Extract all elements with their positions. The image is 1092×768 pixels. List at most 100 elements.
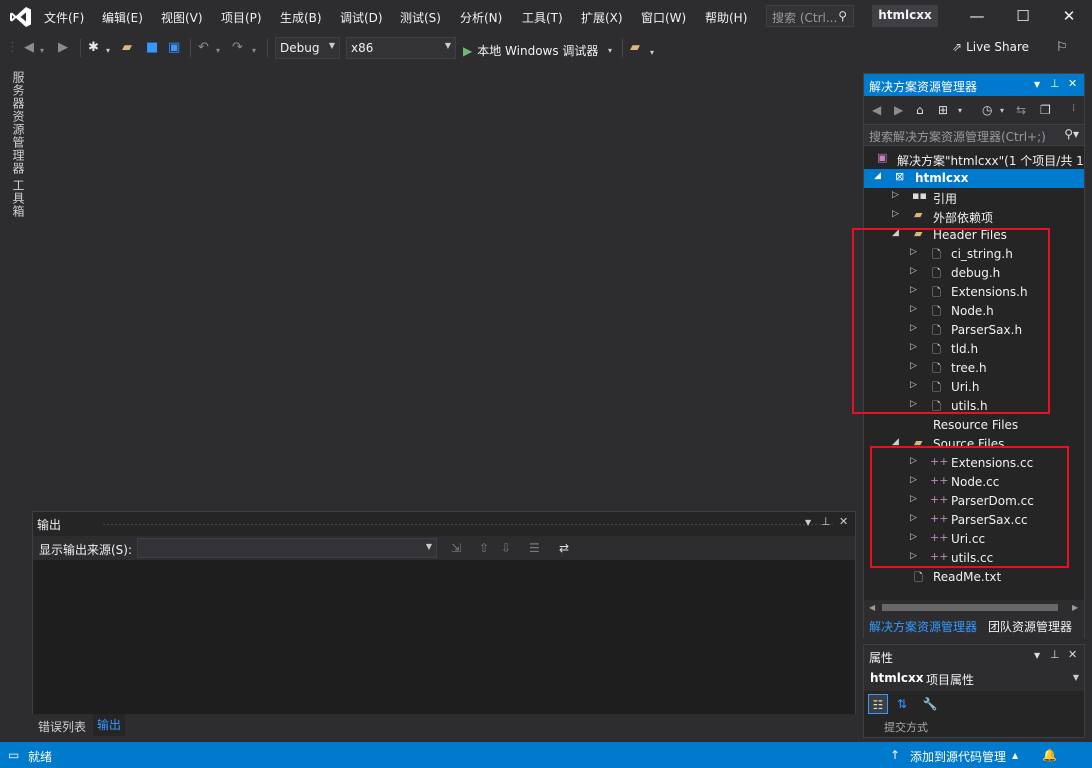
share-icon: ⇗ (952, 40, 963, 54)
collapsed-arrow-icon[interactable]: ▷ (892, 209, 899, 219)
window-position-dropdown-icon[interactable]: ▼ (1034, 651, 1040, 660)
new-dropdown-icon[interactable]: ▾ (106, 43, 110, 59)
menu-test[interactable]: 测试(S) (400, 9, 441, 26)
pending-changes-filter-icon[interactable]: ◷ (982, 103, 992, 117)
undo-icon[interactable]: ↶ (198, 40, 209, 56)
minimize-button[interactable]: — (954, 4, 1000, 28)
menu-extensions[interactable]: 扩展(X) (581, 9, 623, 26)
switch-views-icon[interactable]: ⊞ (938, 103, 948, 117)
feedback-icon[interactable]: ⚐ (1056, 40, 1068, 56)
notification-bell-icon[interactable]: 🔔 (1042, 748, 1057, 762)
configuration-value: Debug (280, 41, 320, 55)
close-button[interactable]: ✕ (1046, 4, 1092, 28)
navigate-forward-icon[interactable]: ▶ (58, 40, 68, 56)
home-icon[interactable]: ⌂ (916, 103, 924, 117)
start-debugging-button[interactable]: ▶ 本地 Windows 调试器 (463, 42, 598, 59)
property-pages-icon[interactable]: 🔧 (920, 694, 940, 714)
debug-target-dropdown-icon[interactable]: ▾ (608, 43, 612, 59)
toolbar-overflow-icon[interactable]: ▾ (650, 45, 654, 61)
toolbar-overflow-icon[interactable]: ⁞ (1072, 103, 1075, 114)
tab-team-explorer[interactable]: 团队资源管理器 (988, 618, 1072, 635)
close-panel-icon[interactable]: ✕ (1068, 77, 1077, 90)
tree-item-external-dependencies[interactable]: ▷ ▰ 外部依赖项 (864, 207, 1084, 226)
output-text-area[interactable] (33, 560, 855, 715)
toolbox-tab[interactable]: 工具箱 (10, 179, 27, 218)
alphabetical-icon[interactable]: ⇅ (892, 694, 912, 714)
tree-item-solution[interactable]: ▣ 解决方案"htmlcxx"(1 个项目/共 1 个 (864, 150, 1084, 169)
menu-analyze[interactable]: 分析(N) (460, 9, 502, 26)
switch-views-dropdown-icon[interactable]: ▾ (958, 106, 962, 115)
filter-dropdown-icon[interactable]: ▾ (1000, 106, 1004, 115)
menu-file[interactable]: 文件(F) (44, 9, 84, 26)
new-project-icon[interactable]: ✱ (88, 40, 99, 56)
solution-configuration-select[interactable]: Debug ▼ (275, 37, 340, 59)
properties-object-select[interactable]: htmlcxx 项目属性 ▼ (864, 667, 1084, 691)
tab-output[interactable]: 输出 (93, 714, 126, 736)
pin-icon[interactable]: ⊥ (1050, 648, 1060, 661)
open-folder-icon[interactable]: ▰ (122, 40, 132, 56)
categorized-icon[interactable]: ☷ (868, 694, 888, 714)
output-source-select[interactable]: ▼ (137, 538, 437, 558)
output-panel-title: 输出 (37, 518, 62, 532)
maximize-button[interactable]: ☐ (1000, 4, 1046, 28)
output-source-label: 显示输出来源(S): (39, 543, 133, 557)
add-to-source-control-button[interactable]: 添加到源代码管理 (910, 748, 1006, 765)
menu-help[interactable]: 帮助(H) (705, 9, 747, 26)
window-position-dropdown-icon[interactable]: ▼ (1034, 80, 1040, 89)
back-icon[interactable]: ◀ (872, 103, 881, 117)
redo-dropdown-icon[interactable]: ▾ (252, 43, 256, 59)
pin-icon[interactable]: ⊥ (1050, 77, 1060, 90)
menu-debug[interactable]: 调试(D) (340, 9, 383, 26)
redo-icon[interactable]: ↷ (232, 40, 243, 56)
tree-item-project[interactable]: ◢ ⊠ htmlcxx (864, 169, 1084, 188)
forward-icon[interactable]: ▶ (894, 103, 903, 117)
collapse-all-icon[interactable]: ❐ (1040, 103, 1051, 117)
menu-build[interactable]: 生成(B) (280, 9, 322, 26)
close-panel-icon[interactable]: ✕ (1068, 648, 1077, 661)
toolbar-separator (622, 39, 623, 57)
tree-item-file[interactable]: 🗋 ReadMe.txt (864, 568, 1084, 587)
scroll-right-icon[interactable]: ▶ (1072, 603, 1078, 612)
undo-dropdown-icon[interactable]: ▾ (216, 43, 220, 59)
tree-item-references[interactable]: ▷ ▪▪ 引用 (864, 188, 1084, 207)
scrollbar-thumb[interactable] (882, 604, 1058, 611)
properties-header: 属性 ▼ ⊥ ✕ (864, 645, 1084, 667)
menu-view[interactable]: 视图(V) (161, 9, 203, 26)
quick-search-input[interactable]: 搜索 (Ctrl... ⚲ (766, 5, 854, 27)
clear-all-icon[interactable]: ☰ (529, 541, 540, 555)
find-in-files-icon[interactable]: ▰ (630, 40, 640, 56)
word-wrap-icon[interactable]: ⇄ (559, 541, 569, 555)
window-position-dropdown-icon[interactable]: ▼ (805, 518, 811, 527)
collapsed-arrow-icon[interactable]: ▷ (892, 190, 899, 200)
pin-icon[interactable]: ⊥ (821, 515, 831, 528)
find-message-icon[interactable]: ⇲ (451, 541, 461, 555)
menu-window[interactable]: 窗口(W) (641, 9, 686, 26)
menu-project[interactable]: 项目(P) (221, 9, 262, 26)
tab-solution-explorer[interactable]: 解决方案资源管理器 (869, 618, 977, 635)
menu-tools[interactable]: 工具(T) (522, 9, 563, 26)
sync-icon[interactable]: ⇆ (1016, 103, 1026, 117)
save-all-icon[interactable]: ▣ (168, 40, 180, 56)
close-panel-icon[interactable]: ✕ (839, 515, 848, 528)
next-message-icon[interactable]: ⇩ (501, 541, 511, 555)
navigate-back-icon[interactable]: ◀ (24, 40, 34, 56)
live-share-button[interactable]: ⇗ Live Share (952, 40, 1029, 54)
menu-edit[interactable]: 编辑(E) (102, 9, 143, 26)
horizontal-scrollbar[interactable]: ◀ ▶ (864, 600, 1084, 614)
solution-platform-select[interactable]: x86 ▼ (346, 37, 456, 59)
selected-object-name: htmlcxx (870, 671, 924, 685)
solution-explorer-tab-strip: 解决方案资源管理器 团队资源管理器 (864, 614, 1084, 638)
chevron-up-icon[interactable]: ▲ (1012, 751, 1018, 760)
tree-item-label: 解决方案"htmlcxx"(1 个项目/共 1 个 (897, 154, 1084, 168)
solution-search-input[interactable]: 搜索解决方案资源管理器(Ctrl+;) ⚲▾ (864, 124, 1084, 146)
scroll-left-icon[interactable]: ◀ (869, 603, 875, 612)
tree-item-resource-files[interactable]: Resource Files (864, 416, 1084, 435)
tree-item-label: Resource Files (933, 418, 1019, 432)
tab-error-list[interactable]: 错误列表 (38, 718, 86, 735)
expanded-arrow-icon[interactable]: ◢ (874, 171, 881, 181)
chevron-down-icon: ▼ (444, 41, 451, 50)
server-explorer-tab[interactable]: 服务器资源管理器 (10, 71, 27, 175)
save-icon[interactable]: ■ (146, 40, 158, 56)
back-dropdown-icon[interactable]: ▾ (40, 43, 44, 59)
previous-message-icon[interactable]: ⇧ (479, 541, 489, 555)
